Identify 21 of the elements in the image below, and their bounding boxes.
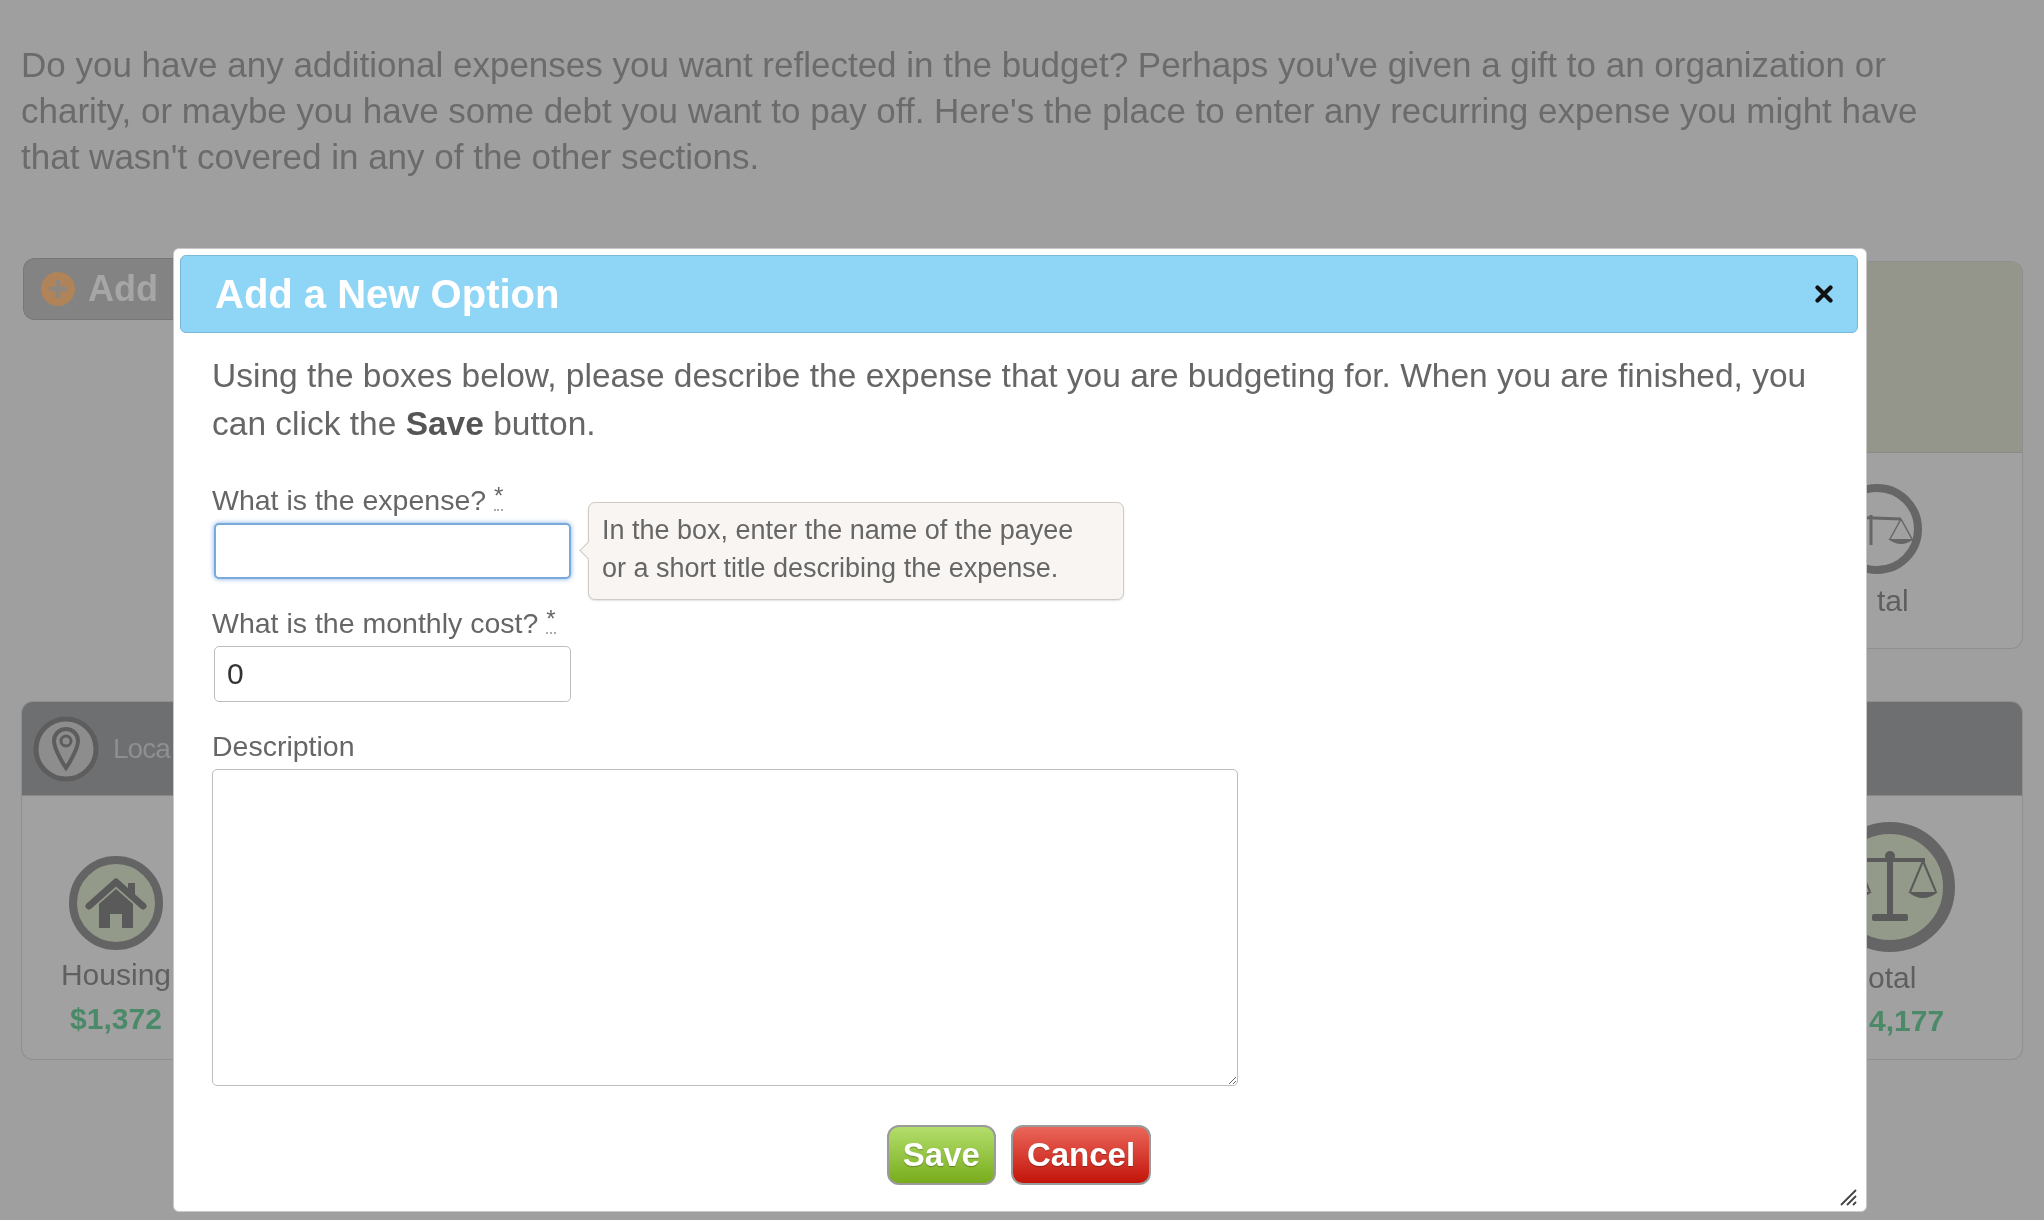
category-label: otal <box>1867 960 1917 996</box>
scales-icon <box>1867 484 1922 574</box>
text-input[interactable]: 0 <box>214 646 571 702</box>
category-amount: $1,372 <box>70 1001 162 1037</box>
category-label: Housing <box>60 957 172 993</box>
summary-label: tal <box>1876 583 1909 619</box>
dialog-title: Add a New Option <box>215 271 560 317</box>
plus-circle-icon <box>41 272 75 306</box>
field-label: What is the expense? <box>212 483 487 517</box>
close-icon[interactable] <box>1815 285 1833 303</box>
tooltip: In the box, enter the name of the payee or a short title describing the expense. <box>578 502 1124 600</box>
field-label: Description <box>212 729 355 763</box>
instructions-text: Using the boxes below, please describe the expense that you are budgeting for. When you are finished, you can click the Save button. <box>212 356 1808 444</box>
location-pin-icon <box>33 715 99 782</box>
required-asterisk: * <box>546 608 556 634</box>
required-asterisk: * <box>494 485 504 511</box>
text-input[interactable] <box>214 523 571 579</box>
cancel-button[interactable]: Cancel <box>1010 1125 1152 1185</box>
category-amount: 4,177 <box>1868 1003 1945 1039</box>
house-icon <box>68 855 164 951</box>
field-label: What is the monthly cost? <box>212 606 539 640</box>
